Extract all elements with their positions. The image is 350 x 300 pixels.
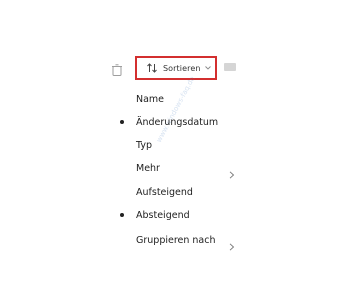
sort-button[interactable]: Sortieren — [135, 56, 217, 80]
sort-menu-item[interactable]: Typ — [114, 136, 254, 154]
explorer-sort-screen: Sortieren www.windows-faq.de Name Änderun… — [0, 0, 350, 300]
sort-menu-item[interactable]: Absteigend — [114, 206, 254, 224]
sort-menu-item-label: Absteigend — [136, 209, 190, 221]
sort-arrows-icon — [146, 62, 158, 74]
bullet-icon — [120, 120, 124, 124]
overflow-icon[interactable] — [224, 63, 236, 71]
sort-menu-item[interactable]: Name — [114, 90, 254, 108]
sort-menu-item[interactable]: Gruppieren nach — [114, 231, 254, 251]
chevron-right-icon — [229, 164, 235, 179]
sort-menu-item-label: Änderungsdatum — [136, 116, 219, 128]
sort-menu-item-label: Mehr — [136, 162, 160, 174]
sort-menu-item-label: Name — [136, 93, 165, 105]
chevron-down-icon — [204, 66, 211, 70]
sort-menu-item[interactable]: Aufsteigend — [114, 183, 254, 201]
sort-menu-item-label: Typ — [136, 139, 152, 151]
toolbar: Sortieren — [0, 0, 350, 90]
sort-menu-item-label: Gruppieren nach — [136, 234, 216, 246]
trash-icon[interactable] — [112, 61, 122, 76]
sort-button-label: Sortieren — [163, 63, 201, 73]
sort-menu-item[interactable]: Änderungsdatum — [114, 113, 254, 131]
bullet-icon — [120, 213, 124, 217]
chevron-right-icon — [229, 236, 235, 251]
sort-menu-item[interactable]: Mehr — [114, 159, 254, 179]
sort-menu-item-label: Aufsteigend — [136, 186, 193, 198]
